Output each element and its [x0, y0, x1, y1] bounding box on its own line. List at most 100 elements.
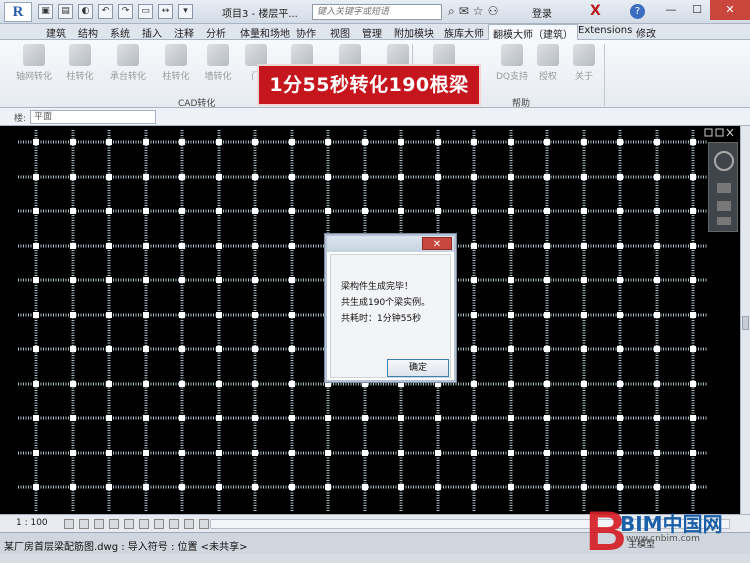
- column-node: [435, 139, 441, 145]
- dropdown-icon[interactable]: ▾: [178, 4, 193, 19]
- reveal-hidden-icon[interactable]: [184, 519, 194, 529]
- column-icon: [69, 44, 91, 66]
- column-node: [33, 208, 39, 214]
- tab-addins[interactable]: 附加模块: [394, 25, 434, 40]
- column-node: [398, 450, 404, 456]
- column-node: [70, 381, 76, 387]
- grid-convert-button[interactable]: 轴网转化: [14, 44, 54, 82]
- tab-systems[interactable]: 系统: [110, 25, 130, 40]
- column-node: [216, 312, 222, 318]
- column-node: [508, 381, 514, 387]
- tab-manage[interactable]: 管理: [362, 25, 382, 40]
- column-node: [325, 450, 331, 456]
- column-node: [398, 484, 404, 490]
- column-node: [143, 208, 149, 214]
- shadows-icon[interactable]: [109, 519, 119, 529]
- redo-icon[interactable]: ↷: [118, 4, 133, 19]
- show-crop-icon[interactable]: [139, 519, 149, 529]
- analysis-icon[interactable]: [199, 519, 209, 529]
- crop-icon[interactable]: [124, 519, 134, 529]
- tab-family-library[interactable]: 族库大师: [444, 25, 484, 40]
- subscription-icon[interactable]: ✉: [459, 4, 469, 19]
- about-button[interactable]: 关于: [564, 44, 604, 82]
- column-node: [289, 346, 295, 352]
- column-node: [471, 415, 477, 421]
- completion-dialog: ✕ 梁构件生成完毕！ 共生成190个梁实例。 共耗时：1分钟55秒 确定: [325, 234, 456, 382]
- temp-hide-icon[interactable]: [169, 519, 179, 529]
- column-node: [690, 312, 696, 318]
- column-node: [179, 139, 185, 145]
- column-node: [508, 450, 514, 456]
- search-input[interactable]: 键入关键字或短语: [312, 4, 442, 20]
- lock-view-icon[interactable]: [154, 519, 164, 529]
- tab-annotate[interactable]: 注释: [174, 25, 194, 40]
- tab-analyze[interactable]: 分析: [206, 25, 226, 40]
- open-icon[interactable]: ▣: [38, 4, 53, 19]
- application-menu-button[interactable]: R: [4, 2, 32, 22]
- column-node: [252, 277, 258, 283]
- column-node: [106, 484, 112, 490]
- wall-icon: [207, 44, 229, 66]
- column-convert-button-2[interactable]: 柱转化: [156, 44, 196, 82]
- maximize-button[interactable]: ☐: [684, 0, 710, 20]
- watermark-name: BIM中国网: [620, 512, 723, 536]
- star-icon[interactable]: ☆: [473, 4, 484, 19]
- column-node: [33, 415, 39, 421]
- column-node: [216, 174, 222, 180]
- vertical-scrollbar[interactable]: [740, 126, 750, 514]
- dialog-close-button[interactable]: ✕: [422, 237, 452, 250]
- column-node: [690, 381, 696, 387]
- help-icon[interactable]: ?: [630, 4, 645, 19]
- column-node: [544, 139, 550, 145]
- tab-insert[interactable]: 插入: [142, 25, 162, 40]
- pile-cap-convert-button[interactable]: 承台转化: [108, 44, 148, 82]
- detail-level-icon[interactable]: [64, 519, 74, 529]
- column-node: [654, 243, 660, 249]
- save-icon[interactable]: ▤: [58, 4, 73, 19]
- column-node: [289, 277, 295, 283]
- sun-path-icon[interactable]: [94, 519, 104, 529]
- column-node: [179, 208, 185, 214]
- floor-icon: [387, 44, 409, 66]
- user-icon[interactable]: ⚇: [488, 4, 499, 19]
- qq-support-button[interactable]: DQ支持: [492, 44, 532, 82]
- column-node: [289, 208, 295, 214]
- minimize-button[interactable]: —: [658, 0, 684, 20]
- login-link[interactable]: 登录: [532, 5, 552, 20]
- tab-massing[interactable]: 体量和场地: [240, 25, 290, 40]
- tab-fanmo-master[interactable]: 翻模大师（建筑）: [488, 24, 578, 41]
- ok-button[interactable]: 确定: [387, 359, 449, 377]
- view-selector[interactable]: 平面: [30, 110, 156, 124]
- column-node: [508, 208, 514, 214]
- measure-icon[interactable]: ↔: [158, 4, 173, 19]
- tab-collaborate[interactable]: 协作: [296, 25, 316, 40]
- tab-architecture[interactable]: 建筑: [46, 25, 66, 40]
- tab-extensions[interactable]: Extensions: [578, 25, 632, 36]
- navigation-bar[interactable]: [708, 142, 738, 232]
- dialog-message-line1: 梁构件生成完毕！: [341, 282, 414, 292]
- column-node: [617, 415, 623, 421]
- home-icon: [433, 44, 455, 66]
- column-node: [143, 450, 149, 456]
- tab-structure[interactable]: 结构: [78, 25, 98, 40]
- close-button[interactable]: ✕: [710, 0, 750, 20]
- column-node: [544, 381, 550, 387]
- column-convert-button[interactable]: 柱转化: [60, 44, 100, 82]
- column-node: [179, 312, 185, 318]
- exchange-icon[interactable]: X: [590, 3, 601, 19]
- binoculars-icon[interactable]: ⌕: [448, 4, 455, 19]
- properties-label: 楼:: [14, 114, 27, 124]
- sync-icon[interactable]: ◐: [78, 4, 93, 19]
- visual-style-icon[interactable]: [79, 519, 89, 529]
- column-node: [617, 277, 623, 283]
- column-node: [471, 381, 477, 387]
- license-button[interactable]: 授权: [528, 44, 568, 82]
- print-icon[interactable]: ▭: [138, 4, 153, 19]
- tab-modify[interactable]: 修改: [636, 25, 656, 40]
- undo-icon[interactable]: ↶: [98, 4, 113, 19]
- scroll-thumb[interactable]: [742, 316, 749, 330]
- wall-convert-button[interactable]: 墙转化: [198, 44, 238, 82]
- scale-selector[interactable]: 1 : 100: [16, 518, 48, 528]
- column-node: [106, 312, 112, 318]
- tab-view[interactable]: 视图: [330, 25, 350, 40]
